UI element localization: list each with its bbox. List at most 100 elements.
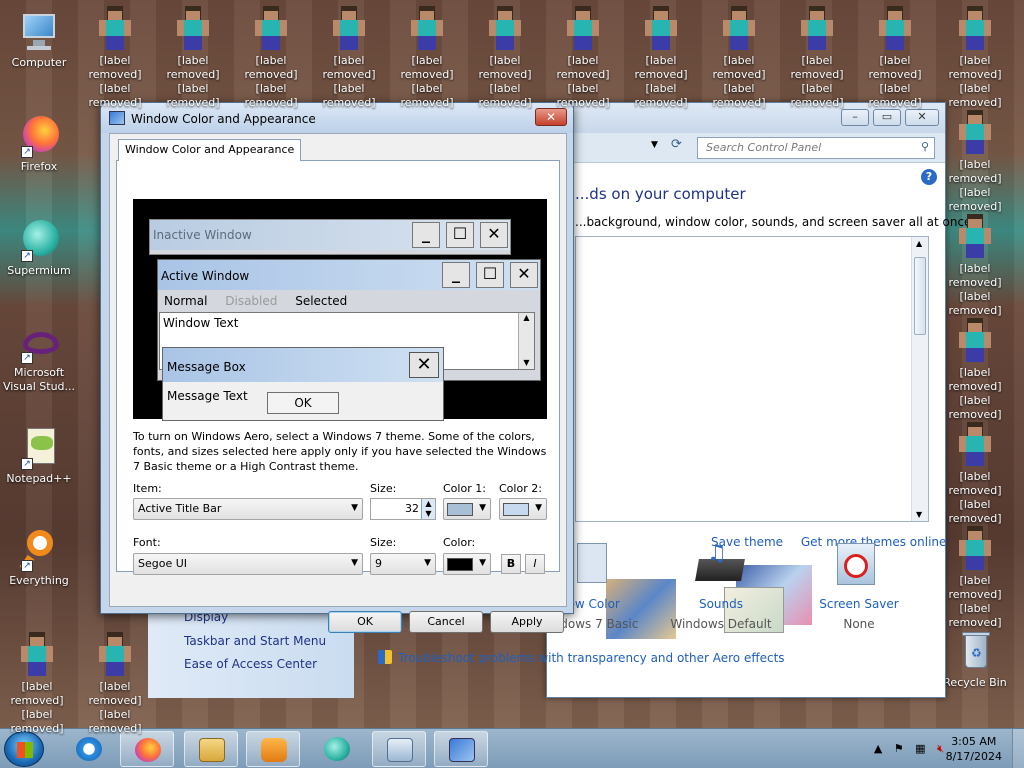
desktop-icon-recycle-bin[interactable]: ♻ Recycle Bin: [938, 630, 1012, 690]
font-select[interactable]: Segoe UI ▼: [133, 553, 363, 575]
desktop-icon-label: Supermium: [7, 264, 71, 277]
desktop-icon-label: [label removed]: [948, 394, 1002, 421]
appearance-preview[interactable]: Inactive Window _ ☐ ✕ Active Window _ ☐ …: [133, 199, 547, 421]
show-hidden-icons-icon[interactable]: ▲: [874, 742, 882, 755]
troubleshoot-link[interactable]: Troubleshoot problems with transparency …: [378, 650, 785, 665]
desktop-icon-minecraft-steve[interactable]: [label removed] [label removed]: [156, 6, 230, 110]
font-size-select[interactable]: 9 ▼: [370, 553, 436, 575]
desktop-icon-label: Recycle Bin: [943, 676, 1007, 689]
page-heading: ...ds on your computer: [575, 185, 746, 203]
desktop-icon-minecraft-steve[interactable]: [label removed] [label removed]: [78, 632, 152, 736]
taskbar: ▲ ⚑ ▦ 🔇︎ 3:05 AM 8/17/2024: [0, 728, 1024, 768]
desktop-icon-minecraft-steve[interactable]: [label removed] [label removed]: [78, 6, 152, 110]
color2-picker[interactable]: ▼: [499, 498, 547, 520]
taskbar-internet-explorer[interactable]: [62, 731, 116, 767]
cancel-button[interactable]: Cancel: [409, 611, 483, 633]
minimize-button[interactable]: –: [841, 109, 869, 126]
desktop-icon-minecraft-steve[interactable]: [label removed] [label removed]: [938, 422, 1012, 526]
desktop-icon-visual-studio[interactable]: ↗ Microsoft Visual Stud...: [2, 328, 76, 394]
minecraft-steve-icon: [877, 6, 913, 52]
spinner-arrows-icon[interactable]: ▲ ▼: [421, 499, 435, 519]
maximize-icon: ☐: [446, 222, 474, 248]
preview-ok-button: OK: [267, 392, 339, 414]
personalization-icon: [449, 738, 475, 762]
desktop-icon-label: [label removed]: [88, 708, 142, 735]
sounds-item[interactable]: Sounds Windows Default: [666, 597, 776, 631]
desktop-icon-everything[interactable]: ↗ Everything: [2, 528, 76, 588]
desktop-icon-notepad-plus-plus[interactable]: ↗ Notepad++: [2, 426, 76, 486]
scroll-up-icon[interactable]: ▲: [916, 239, 922, 248]
taskbar-explorer[interactable]: [184, 731, 238, 767]
font-size-label: Size:: [370, 536, 397, 549]
desktop-icon-minecraft-steve[interactable]: [label removed] [label removed]: [546, 6, 620, 110]
desktop-icon-minecraft-steve[interactable]: [label removed] [label removed]: [858, 6, 932, 110]
taskbar-personalization[interactable]: [434, 731, 488, 767]
clock[interactable]: 3:05 AM 8/17/2024: [946, 734, 1002, 764]
windows-logo-icon: [17, 742, 33, 758]
show-desktop-button[interactable]: [1012, 729, 1024, 768]
scroll-thumb[interactable]: [914, 257, 926, 335]
desktop-icon-minecraft-steve[interactable]: [label removed] [label removed]: [702, 6, 776, 110]
item-select[interactable]: Active Title Bar ▼: [133, 498, 363, 520]
start-button[interactable]: [4, 731, 44, 767]
dropdown-icon[interactable]: ▼: [651, 140, 658, 150]
desktop-icon-minecraft-steve[interactable]: [label removed] [label removed]: [938, 318, 1012, 422]
close-icon: ✕: [510, 262, 538, 288]
preview-message-box: Message Box ✕ Message Text OK: [162, 347, 444, 421]
desktop-icon-minecraft-steve[interactable]: [label removed] [label removed]: [938, 110, 1012, 214]
desktop-icon-minecraft-steve[interactable]: [label removed] [label removed]: [624, 6, 698, 110]
italic-button[interactable]: I: [525, 554, 545, 574]
desktop-icon-label: [label removed]: [948, 262, 1002, 289]
system-tray: ▲ ⚑ ▦ 🔇︎: [866, 742, 944, 756]
volume-muted-icon[interactable]: 🔇︎: [937, 742, 944, 755]
close-button[interactable]: ✕: [905, 109, 939, 126]
maximize-button[interactable]: ▭: [873, 109, 901, 126]
desktop-icon-label: [label removed]: [244, 54, 298, 81]
taskbar-supermium[interactable]: [310, 731, 364, 767]
color1-picker[interactable]: ▼: [443, 498, 491, 520]
flag-icon[interactable]: ⚑: [894, 742, 904, 755]
taskbar-firefox[interactable]: [120, 731, 174, 767]
apply-button[interactable]: Apply: [490, 611, 564, 633]
taskbar-start-menu-link[interactable]: Taskbar and Start Menu: [184, 634, 326, 648]
desktop-icon-label: [label removed]: [790, 54, 844, 81]
help-icon[interactable]: ?: [921, 169, 937, 185]
scroll-down-icon[interactable]: ▼: [916, 510, 922, 519]
folder-icon: [199, 738, 225, 762]
close-icon: ✕: [409, 352, 439, 378]
taskbar-media-player[interactable]: [246, 731, 300, 767]
desktop-icon-minecraft-steve[interactable]: [label removed] [label removed]: [312, 6, 386, 110]
preview-scrollbar: ▲ ▼: [518, 313, 534, 369]
desktop-icon-minecraft-steve[interactable]: [label removed] [label removed]: [780, 6, 854, 110]
tab-window-color-appearance[interactable]: Window Color and Appearance: [118, 139, 302, 161]
control-panel-icon: [387, 738, 413, 762]
network-icon[interactable]: ▦: [915, 742, 925, 755]
search-input[interactable]: Search Control Panel ⚲: [697, 137, 935, 159]
personalization-bottom-row: ...ow Color Windows 7 Basic ♫ Sounds Win…: [538, 541, 945, 633]
dialog-close-button[interactable]: ✕: [535, 108, 567, 126]
notepad-plus-plus-icon: ↗: [17, 426, 61, 470]
desktop-icon-computer[interactable]: Computer: [2, 10, 76, 70]
desktop-icon-minecraft-steve[interactable]: [label removed] [label removed]: [234, 6, 308, 110]
desktop-icon-minecraft-steve[interactable]: [label removed] [label removed]: [938, 6, 1012, 110]
screen-saver-item[interactable]: Screen Saver None: [804, 597, 914, 631]
desktop-icon-minecraft-steve[interactable]: [label removed] [label removed]: [0, 632, 74, 736]
refresh-icon[interactable]: ⟳: [671, 137, 682, 152]
bold-button[interactable]: B: [501, 554, 521, 574]
ease-of-access-link[interactable]: Ease of Access Center: [184, 657, 317, 671]
desktop-icon-minecraft-steve[interactable]: [label removed] [label removed]: [938, 526, 1012, 630]
desktop-icon-minecraft-steve[interactable]: [label removed] [label removed]: [468, 6, 542, 110]
desktop-icon-supermium[interactable]: ↗ Supermium: [2, 218, 76, 278]
desktop-icon-firefox[interactable]: ↗ Firefox: [2, 114, 76, 174]
desktop-icon-minecraft-steve[interactable]: [label removed] [label removed]: [390, 6, 464, 110]
desktop-icon-label: [label removed]: [948, 366, 1002, 393]
item-size-spinner[interactable]: 32 ▲ ▼: [370, 498, 436, 520]
taskbar-control-panel[interactable]: [372, 731, 426, 767]
color2-swatch: [503, 503, 529, 516]
minecraft-steve-icon: [409, 6, 445, 52]
theme-list-scrollbar[interactable]: ▲ ▼: [911, 237, 928, 521]
desktop-icon-minecraft-steve[interactable]: [label removed] [label removed]: [938, 214, 1012, 318]
chevron-down-icon: ▼: [424, 558, 431, 568]
font-color-picker[interactable]: ▼: [443, 553, 491, 575]
ok-button[interactable]: OK: [328, 611, 402, 633]
